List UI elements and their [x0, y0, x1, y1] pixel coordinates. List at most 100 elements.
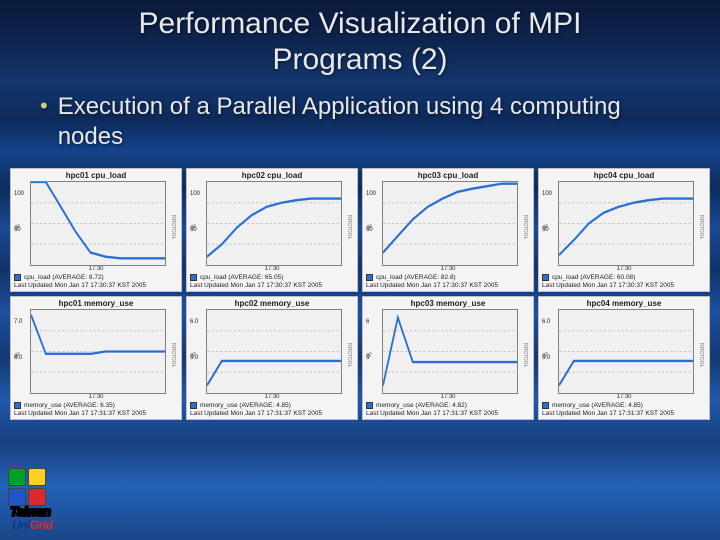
plot-area: [30, 309, 166, 394]
chart-legend: cpu_load (AVERAGE: 65.05): [188, 273, 356, 282]
chart-panel: hpc04 cpu_load%10050RRDTOOL17:30cpu_load…: [538, 168, 710, 292]
title-line-1: Performance Visualization of MPI: [139, 7, 582, 40]
logo-square-green: [8, 468, 26, 486]
y-tick-top: 6: [366, 319, 369, 325]
logo-text-1b: wan: [27, 504, 51, 519]
chart-legend: memory_use (AVERAGE: 6.35): [12, 401, 180, 410]
y-tick-mid: 5.0: [190, 355, 198, 361]
legend-text: cpu_load (AVERAGE: 82.8): [376, 274, 456, 281]
plot-area: [382, 309, 518, 394]
chart-title: hpc02 memory_use: [188, 298, 356, 309]
chart-title: hpc04 cpu_load: [540, 170, 708, 181]
rrdtool-tag: RRDTOOL: [168, 311, 178, 399]
plot-area: [206, 309, 342, 394]
chart-title: hpc03 memory_use: [364, 298, 532, 309]
y-tick-top: 100: [190, 191, 200, 197]
legend-swatch: [14, 402, 21, 409]
logo-text-2: UniGrid: [12, 518, 53, 532]
legend-swatch: [190, 274, 197, 281]
bullet-icon: •: [40, 92, 48, 120]
plot-area: [382, 181, 518, 266]
legend-text: cpu_load (AVERAGE: 65.05): [200, 274, 283, 281]
plot-area: [558, 181, 694, 266]
x-tick: 17:30: [540, 394, 708, 401]
legend-text: memory_use (AVERAGE: 4.82): [376, 402, 467, 409]
legend-text: memory_use (AVERAGE: 6.35): [24, 402, 115, 409]
x-tick: 17:30: [364, 266, 532, 273]
chart-title: hpc03 cpu_load: [364, 170, 532, 181]
chart-panel: hpc02 cpu_load%10050RRDTOOL17:30cpu_load…: [186, 168, 358, 292]
y-tick-top: 100: [366, 191, 376, 197]
chart-panel: hpc04 memory_use%6.05.0RRDTOOL17:30memor…: [538, 296, 710, 420]
legend-text: memory_use (AVERAGE: 4.85): [200, 402, 291, 409]
x-tick: 17:30: [12, 394, 180, 401]
y-tick-top: 100: [14, 191, 24, 197]
logo: Taiwan UniGrid: [8, 468, 92, 532]
chart-title: hpc01 cpu_load: [12, 170, 180, 181]
chart-panel: hpc02 memory_use%6.05.0RRDTOOL17:30memor…: [186, 296, 358, 420]
last-updated: Last Updated Mon Jan 17 17:31:37 KST 200…: [188, 410, 356, 418]
y-tick-mid: 6.0: [14, 355, 22, 361]
last-updated: Last Updated Mon Jan 17 17:31:37 KST 200…: [540, 410, 708, 418]
legend-text: cpu_load (AVERAGE: 8.72): [24, 274, 104, 281]
legend-swatch: [366, 402, 373, 409]
plot-area: [558, 309, 694, 394]
y-tick-mid: 50: [190, 227, 197, 233]
logo-text-2b: Grid: [30, 518, 53, 532]
x-tick: 17:30: [188, 394, 356, 401]
legend-swatch: [190, 402, 197, 409]
y-tick-mid: 5.0: [542, 355, 550, 361]
bullet-text: Execution of a Parallel Application usin…: [58, 92, 680, 152]
plot-area: [30, 181, 166, 266]
legend-swatch: [14, 274, 21, 281]
y-tick-mid: 50: [542, 227, 549, 233]
chart-title: hpc02 cpu_load: [188, 170, 356, 181]
y-tick-top: 6.0: [190, 319, 198, 325]
chart-title: hpc01 memory_use: [12, 298, 180, 309]
legend-swatch: [366, 274, 373, 281]
logo-text-1a: Tai: [10, 504, 27, 519]
y-tick-mid: 5: [366, 355, 369, 361]
rrdtool-tag: RRDTOOL: [344, 183, 354, 271]
y-tick-top: 6.0: [542, 319, 550, 325]
chart-legend: cpu_load (AVERAGE: 8.72): [12, 273, 180, 282]
last-updated: Last Updated Mon Jan 17 17:30:37 KST 200…: [540, 282, 708, 290]
chart-grid: hpc01 cpu_load%10050RRDTOOL17:30cpu_load…: [10, 168, 710, 420]
legend-text: memory_use (AVERAGE: 4.85): [552, 402, 643, 409]
x-tick: 17:30: [540, 266, 708, 273]
x-tick: 17:30: [188, 266, 356, 273]
chart-legend: cpu_load (AVERAGE: 60.08): [540, 273, 708, 282]
legend-swatch: [542, 274, 549, 281]
chart-legend: memory_use (AVERAGE: 4.85): [540, 401, 708, 410]
bullet-item: • Execution of a Parallel Application us…: [40, 92, 680, 152]
rrdtool-tag: RRDTOOL: [168, 183, 178, 271]
last-updated: Last Updated Mon Jan 17 17:30:37 KST 200…: [188, 282, 356, 290]
rrdtool-tag: RRDTOOL: [520, 183, 530, 271]
y-tick-top: 100: [542, 191, 552, 197]
chart-title: hpc04 memory_use: [540, 298, 708, 309]
x-tick: 17:30: [12, 266, 180, 273]
last-updated: Last Updated Mon Jan 17 17:30:37 KST 200…: [12, 282, 180, 290]
chart-legend: memory_use (AVERAGE: 4.82): [364, 401, 532, 410]
y-tick-mid: 50: [14, 227, 21, 233]
chart-panel: hpc03 cpu_load%10050RRDTOOL17:30cpu_load…: [362, 168, 534, 292]
slide-title: Performance Visualization of MPI Program…: [0, 0, 720, 78]
chart-panel: hpc03 memory_use%65RRDTOOL17:30memory_us…: [362, 296, 534, 420]
last-updated: Last Updated Mon Jan 17 17:31:37 KST 200…: [364, 410, 532, 418]
chart-legend: cpu_load (AVERAGE: 82.8): [364, 273, 532, 282]
bullet-list: • Execution of a Parallel Application us…: [0, 78, 720, 152]
rrdtool-tag: RRDTOOL: [344, 311, 354, 399]
chart-legend: memory_use (AVERAGE: 4.85): [188, 401, 356, 410]
plot-area: [206, 181, 342, 266]
chart-panel: hpc01 cpu_load%10050RRDTOOL17:30cpu_load…: [10, 168, 182, 292]
last-updated: Last Updated Mon Jan 17 17:31:37 KST 200…: [12, 410, 180, 418]
y-tick-top: 7.0: [14, 319, 22, 325]
logo-square-yellow: [28, 468, 46, 486]
rrdtool-tag: RRDTOOL: [520, 311, 530, 399]
legend-swatch: [542, 402, 549, 409]
last-updated: Last Updated Mon Jan 17 17:30:37 KST 200…: [364, 282, 532, 290]
y-tick-mid: 50: [366, 227, 373, 233]
title-line-2: Programs (2): [272, 43, 447, 76]
chart-panel: hpc01 memory_use%7.06.0RRDTOOL17:30memor…: [10, 296, 182, 420]
rrdtool-tag: RRDTOOL: [696, 183, 706, 271]
